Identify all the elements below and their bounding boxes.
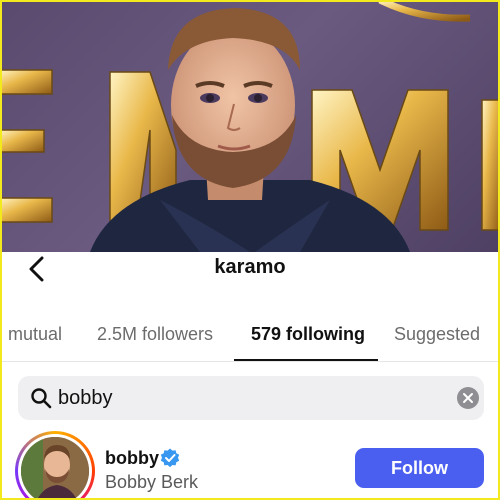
result-full-name: Bobby Berk bbox=[105, 472, 199, 492]
photo-illustration bbox=[0, 0, 500, 252]
profile-header: karamo bbox=[0, 252, 500, 288]
tab-mutual[interactable]: mutual bbox=[8, 312, 62, 358]
tab-suggested[interactable]: Suggested bbox=[394, 312, 480, 358]
tab-followers[interactable]: 2.5M followers bbox=[97, 312, 213, 358]
verified-badge-icon bbox=[160, 448, 180, 468]
result-username[interactable]: bobby bbox=[105, 448, 159, 469]
search-icon bbox=[30, 387, 52, 409]
follow-tabs: mutual 2.5M followers 579 following Sugg… bbox=[0, 312, 500, 362]
follow-button[interactable]: Follow bbox=[355, 448, 484, 488]
search-bar[interactable] bbox=[18, 376, 484, 420]
list-item[interactable]: bobby Bobby Berk Follow bbox=[0, 428, 500, 500]
clear-icon[interactable] bbox=[457, 387, 479, 409]
header-photo bbox=[0, 0, 500, 252]
search-input[interactable] bbox=[58, 380, 438, 416]
tab-following[interactable]: 579 following bbox=[251, 312, 365, 358]
profile-username: karamo bbox=[214, 256, 286, 278]
tabs-divider bbox=[0, 361, 500, 362]
avatar[interactable] bbox=[15, 431, 95, 500]
